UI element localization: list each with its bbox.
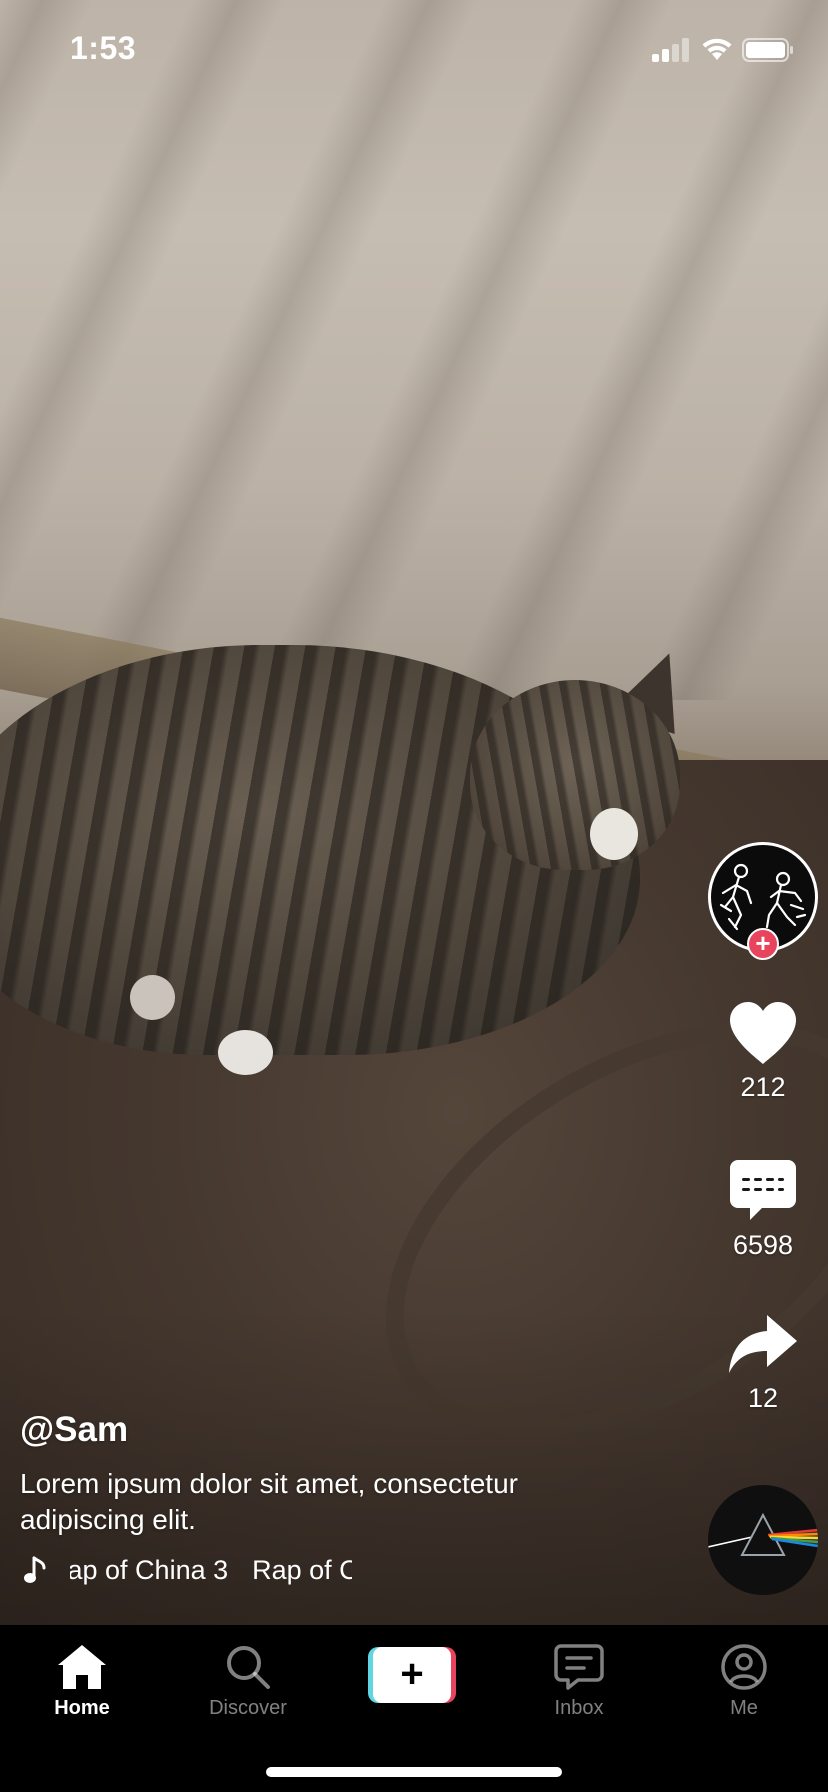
comment-count: 6598 [732, 1230, 794, 1260]
share-button[interactable]: 12 [708, 1313, 818, 1414]
music-note-icon [24, 1556, 46, 1583]
bottom-tab-bar: Home Discover + Inbox Me [0, 1625, 828, 1792]
plus-icon: + [373, 1647, 451, 1703]
follow-button[interactable]: + [747, 928, 779, 960]
creator-username[interactable]: @Sam [20, 1410, 128, 1450]
create-button[interactable]: + [368, 1647, 456, 1703]
album-prism-artwork [708, 1512, 818, 1556]
tab-inbox[interactable]: Inbox [519, 1643, 639, 1720]
battery-icon [742, 38, 793, 62]
video-player[interactable] [0, 0, 828, 1625]
status-time: 1:53 [70, 30, 137, 66]
home-indicator[interactable] [266, 1767, 562, 1777]
like-button[interactable]: 212 [708, 1000, 818, 1103]
tab-inbox-label: Inbox [554, 1697, 604, 1719]
heart-icon [730, 1002, 796, 1064]
tab-me[interactable]: Me [684, 1643, 804, 1720]
tab-discover-label: Discover [209, 1697, 287, 1719]
search-icon [227, 1646, 270, 1689]
share-count: 12 [747, 1383, 779, 1413]
sound-title: Rap of China 3 [70, 1554, 229, 1585]
wifi-icon [702, 38, 732, 60]
cat-head [470, 680, 680, 870]
share-arrow-icon [729, 1315, 797, 1373]
sound-row[interactable]: Rap of China 3 Rap of China 3 [24, 1552, 352, 1588]
inbox-icon [554, 1644, 604, 1690]
sound-title-marquee: Rap of China 3 Rap of China 3 [70, 1555, 352, 1586]
status-bar: 1:53 [0, 0, 828, 96]
sound-title-repeat: Rap of China 3 [252, 1554, 352, 1585]
like-count: 212 [740, 1072, 786, 1102]
cat-muzzle [590, 808, 638, 860]
profile-icon [721, 1644, 767, 1690]
tab-discover[interactable]: Discover [188, 1643, 308, 1720]
cat-paw-front [218, 1030, 273, 1075]
comment-icon [730, 1160, 796, 1220]
video-feed-screen: 1:53 + 212 6598 12 @Sam Lorem ipsum dolo… [0, 0, 828, 1792]
music-disc[interactable] [708, 1485, 818, 1595]
cellular-signal-icon [652, 38, 690, 62]
wall-shadows [0, 0, 828, 700]
comment-button[interactable]: 6598 [708, 1158, 818, 1261]
tab-me-label: Me [730, 1697, 758, 1719]
cat-paw-back [130, 975, 175, 1020]
tab-home[interactable]: Home [22, 1643, 142, 1720]
tab-home-label: Home [54, 1697, 110, 1719]
post-description: Lorem ipsum dolor sit amet, consectetur … [20, 1468, 518, 1535]
home-icon [58, 1645, 106, 1689]
